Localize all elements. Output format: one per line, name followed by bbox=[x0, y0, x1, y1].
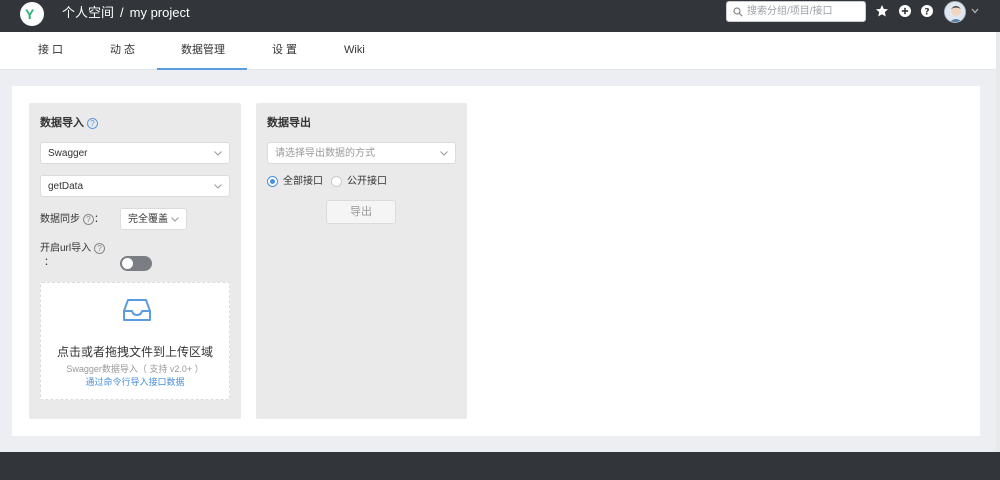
scrollbar[interactable] bbox=[996, 32, 1000, 452]
svg-text:?: ? bbox=[924, 8, 929, 18]
tab-interface[interactable]: 接 口 bbox=[38, 43, 63, 57]
url-import-label-text: 开启url导入 bbox=[40, 243, 92, 254]
export-title: 数据导出 bbox=[267, 117, 311, 129]
radio-all-label[interactable]: 全部接口 bbox=[283, 175, 323, 188]
dropzone-hint: Swagger数据导入（ 支持 v2.0+ ） bbox=[66, 364, 204, 374]
toggle-knob bbox=[122, 258, 133, 269]
url-import-colon: ： bbox=[44, 257, 54, 268]
breadcrumb-separator: / bbox=[120, 5, 124, 20]
search-input[interactable]: 搜索分组/项目/接口 bbox=[726, 1, 866, 22]
radio-public-label[interactable]: 公开接口 bbox=[347, 175, 387, 188]
export-method-placeholder: 请选择导出数据的方式 bbox=[275, 148, 375, 159]
tab-activity[interactable]: 动 态 bbox=[110, 43, 135, 57]
tab-settings[interactable]: 设 置 bbox=[272, 43, 297, 57]
tab-data-management[interactable]: 数据管理 bbox=[181, 43, 225, 57]
breadcrumb-project[interactable]: my project bbox=[130, 5, 190, 20]
chevron-down-icon bbox=[214, 151, 222, 156]
import-mode-value: getData bbox=[48, 181, 84, 192]
export-button[interactable]: 导出 bbox=[326, 200, 396, 224]
help-icon[interactable]: ? bbox=[87, 118, 98, 129]
avatar-image bbox=[945, 2, 965, 22]
dropzone-text: 点击或者拖拽文件到上传区域 bbox=[56, 345, 213, 359]
url-import-toggle[interactable] bbox=[120, 256, 152, 271]
avatar[interactable] bbox=[944, 1, 966, 23]
inbox-icon bbox=[123, 299, 151, 321]
search-icon bbox=[733, 7, 743, 17]
import-mode-select[interactable]: getData bbox=[40, 175, 230, 197]
sync-mode-select[interactable]: 完全覆盖 bbox=[120, 208, 187, 230]
url-import-label: 开启url导入? bbox=[40, 242, 106, 255]
app-logo[interactable]: Y bbox=[20, 2, 44, 26]
breadcrumb: 个人空间 / my project bbox=[62, 5, 190, 21]
sync-label: 数据同步?： bbox=[40, 213, 104, 226]
help-icon[interactable]: ? bbox=[94, 243, 106, 254]
sync-mode-value: 完全覆盖 bbox=[128, 214, 168, 225]
logo-letter: Y bbox=[25, 6, 35, 22]
plus-circle-icon[interactable] bbox=[898, 4, 912, 18]
radio-public-interfaces[interactable] bbox=[331, 176, 342, 187]
import-title: 数据导入? bbox=[40, 116, 98, 130]
page-footer bbox=[0, 452, 1000, 480]
radio-all-interfaces[interactable] bbox=[267, 176, 278, 187]
import-title-text: 数据导入 bbox=[40, 117, 84, 129]
sync-label-text: 数据同步 bbox=[40, 214, 80, 225]
tab-wiki[interactable]: Wiki bbox=[344, 43, 365, 57]
star-icon[interactable] bbox=[875, 4, 889, 18]
question-icon[interactable]: ? bbox=[920, 4, 934, 18]
export-method-select[interactable]: 请选择导出数据的方式 bbox=[267, 142, 456, 164]
cli-import-link[interactable]: 通过命令行导入接口数据 bbox=[41, 376, 229, 388]
upload-dropzone[interactable]: 点击或者拖拽文件到上传区域 Swagger数据导入（ 支持 v2.0+ ） 通过… bbox=[40, 282, 230, 400]
chevron-down-icon[interactable] bbox=[971, 8, 979, 14]
sync-label-colon: ： bbox=[94, 214, 104, 225]
active-tab-indicator bbox=[157, 68, 247, 70]
chevron-down-icon bbox=[214, 184, 222, 189]
import-format-select[interactable]: Swagger bbox=[40, 142, 230, 164]
chevron-down-icon bbox=[171, 217, 179, 222]
help-icon[interactable]: ? bbox=[83, 214, 94, 225]
chevron-down-icon bbox=[440, 151, 448, 156]
import-format-value: Swagger bbox=[48, 148, 88, 159]
search-placeholder: 搜索分组/项目/接口 bbox=[747, 6, 833, 17]
top-nav-bar: Y 个人空间 / my project 搜索分组/项目/接口 ? bbox=[0, 0, 1000, 32]
project-tab-bar: 接 口 动 态 数据管理 设 置 Wiki bbox=[0, 32, 996, 70]
breadcrumb-space[interactable]: 个人空间 bbox=[62, 5, 114, 20]
